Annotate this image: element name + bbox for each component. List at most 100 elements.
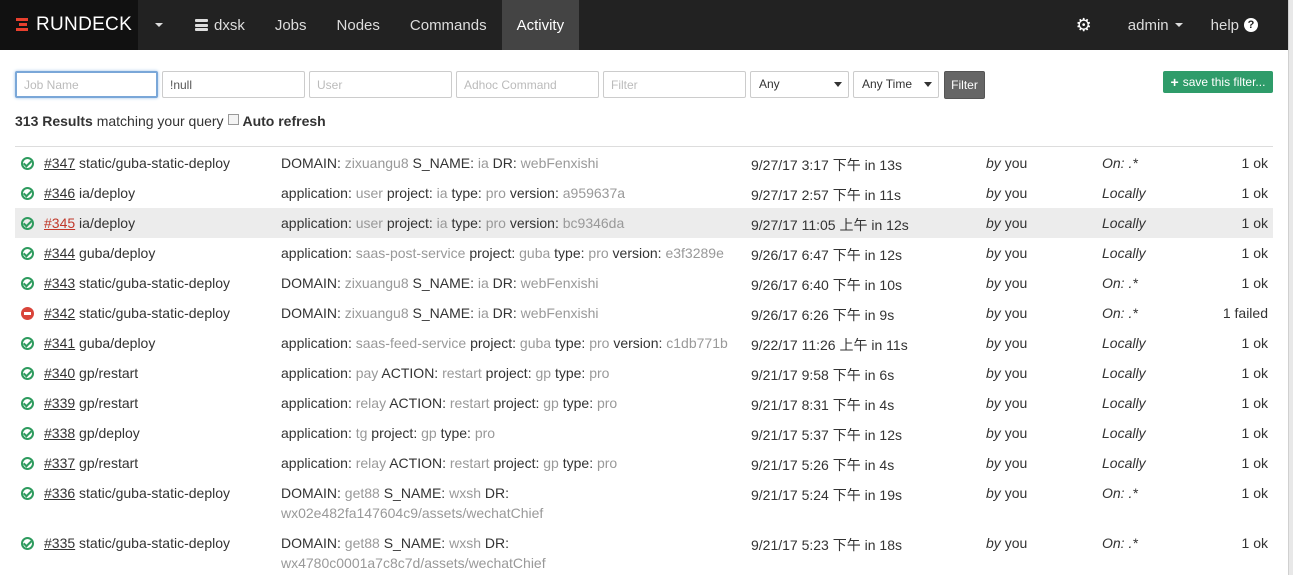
exclude-job-input[interactable]	[162, 71, 305, 98]
adhoc-command-input[interactable]	[456, 71, 599, 98]
arg-key: type:	[554, 365, 586, 381]
execution-date: 9/21/17 8:31 下午 in 4s	[751, 397, 895, 413]
job-name: static/guba-static-deploy	[79, 305, 231, 321]
execution-row[interactable]: #335 static/guba-static-deploy DOMAIN: ge…	[15, 528, 1273, 578]
auto-refresh-checkbox[interactable]	[228, 114, 240, 125]
execution-row[interactable]: #345 ia/deploy application: user project:…	[15, 208, 1273, 238]
execution-id-link[interactable]: #339	[44, 395, 75, 411]
help-link[interactable]: help ?	[1201, 0, 1288, 50]
arg-value: tg	[355, 425, 368, 441]
execution-user: by you	[986, 395, 1027, 411]
by-label: by	[986, 275, 1001, 291]
arg-value: pro	[589, 365, 610, 381]
execution-arguments: application: tg project: gp type: pro	[281, 423, 746, 443]
brand-name: RUNDECK	[36, 14, 133, 35]
success-check-icon	[21, 427, 34, 440]
arg-key: S_NAME:	[412, 275, 474, 291]
execution-row[interactable]: #338 gp/deploy application: tg project: g…	[15, 418, 1273, 448]
arg-key: project:	[493, 395, 540, 411]
arg-value: webFenxishi	[520, 275, 599, 291]
arg-value: pro	[596, 455, 618, 471]
arg-value: gp	[543, 455, 559, 471]
time-select[interactable]: Any Time	[853, 71, 939, 98]
filter-button[interactable]: Filter	[944, 71, 985, 99]
job-name: static/guba-static-deploy	[79, 155, 231, 171]
arg-key: DR:	[492, 305, 517, 321]
user-input[interactable]	[309, 71, 452, 98]
arg-key: S_NAME:	[383, 535, 446, 551]
status-select[interactable]: Any	[750, 71, 849, 98]
project-name-link[interactable]: dxsk	[180, 0, 260, 50]
job-name-input[interactable]	[15, 71, 158, 98]
execution-date: 9/26/17 6:40 下午 in 10s	[751, 277, 902, 293]
arg-key: application:	[281, 215, 352, 231]
arg-key: project:	[371, 425, 418, 441]
arg-value: zixuangu8	[344, 275, 409, 291]
execution-user: by you	[986, 215, 1027, 231]
arg-key: version:	[509, 185, 559, 201]
execution-id-link[interactable]: #336	[44, 485, 75, 501]
window-scrollbar[interactable]	[1288, 0, 1293, 575]
arg-value: restart	[442, 365, 482, 381]
execution-date: 9/22/17 11:26 上午 in 11s	[751, 337, 908, 353]
execution-list: #347 static/guba-static-deploy DOMAIN: zi…	[15, 148, 1273, 578]
execution-id-link[interactable]: #340	[44, 365, 75, 381]
execution-id-link[interactable]: #338	[44, 425, 75, 441]
nav-commands[interactable]: Commands	[395, 0, 502, 50]
execution-job: #335 static/guba-static-deploy	[44, 535, 230, 551]
execution-row[interactable]: #342 static/guba-static-deploy DOMAIN: zi…	[15, 298, 1273, 328]
execution-row[interactable]: #336 static/guba-static-deploy DOMAIN: ge…	[15, 478, 1273, 528]
by-label: by	[986, 245, 1001, 261]
execution-job: #347 static/guba-static-deploy	[44, 155, 230, 171]
node-filter-input[interactable]	[603, 71, 746, 98]
execution-row[interactable]: #343 static/guba-static-deploy DOMAIN: zi…	[15, 268, 1273, 298]
arg-value: pro	[596, 395, 618, 411]
execution-node-filter: On: .*	[1102, 535, 1138, 551]
execution-id-link[interactable]: #346	[44, 185, 75, 201]
success-check-icon	[21, 247, 34, 260]
user-name: admin	[1127, 16, 1169, 34]
execution-node-filter: On: .*	[1102, 275, 1138, 291]
project-name: dxsk	[214, 16, 245, 34]
execution-user: by you	[986, 425, 1027, 441]
execution-row[interactable]: #341 guba/deploy application: saas-feed-s…	[15, 328, 1273, 358]
execution-job: #341 guba/deploy	[44, 335, 155, 351]
arg-key: DOMAIN:	[281, 275, 341, 291]
arg-key: project:	[386, 215, 433, 231]
execution-date: 9/27/17 2:57 下午 in 11s	[751, 187, 901, 203]
auto-refresh-label[interactable]: Auto refresh	[242, 113, 325, 129]
execution-row[interactable]: #340 gp/restart application: pay ACTION: …	[15, 358, 1273, 388]
arg-key: project:	[469, 245, 516, 261]
arg-key: application:	[281, 455, 352, 471]
execution-id-link[interactable]: #345	[44, 215, 75, 231]
arg-key: project:	[470, 335, 517, 351]
project-menu-toggle[interactable]	[138, 0, 180, 50]
execution-id-link[interactable]: #342	[44, 305, 75, 321]
execution-row[interactable]: #346 ia/deploy application: user project:…	[15, 178, 1273, 208]
arg-key: application:	[281, 185, 352, 201]
execution-id-link[interactable]: #337	[44, 455, 75, 471]
arg-value: restart	[449, 395, 490, 411]
execution-job: #344 guba/deploy	[44, 245, 155, 261]
settings-menu[interactable]: ⚙	[1058, 0, 1110, 50]
execution-row[interactable]: #347 static/guba-static-deploy DOMAIN: zi…	[15, 148, 1273, 178]
server-icon	[195, 19, 208, 31]
rundeck-logo[interactable]: RUNDECK	[0, 0, 138, 50]
success-check-icon	[21, 157, 34, 170]
execution-row[interactable]: #339 gp/restart application: relay ACTION…	[15, 388, 1273, 418]
execution-id-link[interactable]: #344	[44, 245, 75, 261]
save-filter-button[interactable]: + save this filter...	[1163, 71, 1273, 93]
nav-jobs[interactable]: Jobs	[260, 0, 322, 50]
nav-nodes[interactable]: Nodes	[322, 0, 395, 50]
execution-id-link[interactable]: #341	[44, 335, 75, 351]
execution-row[interactable]: #337 gp/restart application: relay ACTION…	[15, 448, 1273, 478]
execution-id-link[interactable]: #335	[44, 535, 75, 551]
execution-row[interactable]: #344 guba/deploy application: saas-post-s…	[15, 238, 1273, 268]
results-summary: 313 Results matching your query Auto ref…	[15, 113, 326, 129]
nav-activity[interactable]: Activity	[501, 0, 580, 50]
user-menu[interactable]: admin	[1110, 0, 1201, 50]
execution-id-link[interactable]: #347	[44, 155, 75, 171]
execution-id-link[interactable]: #343	[44, 275, 75, 291]
arg-value: pro	[485, 215, 506, 231]
execution-node-count: 1 ok	[1241, 335, 1268, 351]
